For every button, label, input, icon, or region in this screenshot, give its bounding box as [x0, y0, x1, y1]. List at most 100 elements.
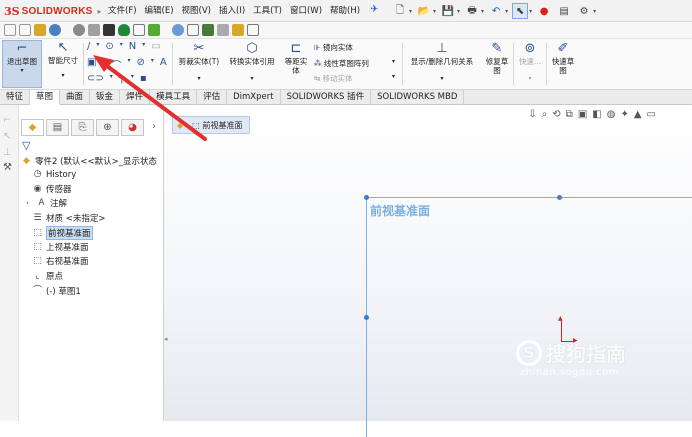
dim-strip-icon[interactable]: ↖: [3, 131, 16, 143]
offset-entities-button[interactable]: ⊏ 等距实体: [282, 41, 310, 75]
move-entities-button[interactable]: ↹ 移动实体: [314, 73, 353, 84]
convert-entities-button[interactable]: ⬡ 转换实体引用 ▾: [224, 41, 280, 83]
tree-item-history[interactable]: ◷ History: [32, 169, 77, 180]
tab-addins[interactable]: SOLIDWORKS 插件: [281, 90, 372, 105]
view-settings-icon[interactable]: ▭: [647, 109, 656, 120]
arc-icon[interactable]: ⌒: [111, 57, 121, 72]
tab-mbd[interactable]: SOLIDWORKS MBD: [371, 90, 465, 105]
table-icon[interactable]: [202, 24, 214, 36]
spline-icon[interactable]: Ν: [129, 41, 136, 52]
binoculars-icon[interactable]: [187, 24, 199, 36]
move-dropdown-icon[interactable]: ▾: [392, 73, 395, 80]
save-icon[interactable]: 💾: [440, 3, 456, 19]
zoom-to-fit-icon[interactable]: ⇩: [528, 109, 536, 120]
select-pointer-icon[interactable]: ⬉: [512, 3, 529, 19]
rectangle-icon[interactable]: ▣: [87, 57, 96, 72]
polygon-icon[interactable]: ⊘: [136, 57, 144, 72]
configuration-tab-icon[interactable]: ⎘: [71, 119, 94, 136]
chart-icon[interactable]: [34, 24, 46, 36]
colors-icon[interactable]: [148, 24, 160, 36]
display-relations-button[interactable]: ⊥ 显示/删除几何关系 ▾: [404, 41, 480, 83]
undo-icon[interactable]: ↶: [488, 3, 504, 19]
solidworks-logo[interactable]: 3S SOLIDWORKS ▸: [4, 3, 102, 19]
zoom-area-icon[interactable]: ⌕: [542, 109, 548, 120]
point-icon[interactable]: ▪: [140, 73, 147, 84]
undo-dropdown-icon[interactable]: ▾: [505, 8, 508, 15]
rectangle-dropdown-icon[interactable]: ▾: [102, 57, 105, 72]
front-plane-outline[interactable]: [366, 197, 692, 437]
menu-help[interactable]: 帮助(H): [330, 4, 360, 18]
spline-dropdown-icon[interactable]: ▾: [142, 41, 145, 52]
menu-view[interactable]: 视图(V): [182, 4, 211, 18]
view-orientation-icon[interactable]: ▣: [578, 109, 587, 120]
print-dropdown-icon[interactable]: ▾: [481, 8, 484, 15]
save-dropdown-icon[interactable]: ▾: [457, 8, 460, 15]
tree-item-front-plane[interactable]: ⬚ 前视基准面: [32, 226, 93, 240]
polygon-dropdown-icon[interactable]: ▾: [151, 57, 154, 72]
tree-item-sketch1[interactable]: ⌒ (-) 草图1: [32, 285, 81, 298]
slot-icon[interactable]: ⊂⊃: [87, 73, 104, 84]
tree-item-top-plane[interactable]: ⬚ 上视基准面: [32, 241, 88, 254]
ruler-icon[interactable]: [133, 24, 145, 36]
tree-item-sensors[interactable]: ◉ 传感器: [32, 183, 72, 196]
sketch-mode-icon[interactable]: [4, 24, 16, 36]
circle-icon[interactable]: ⊙: [105, 41, 113, 52]
tree-item-right-plane[interactable]: ⬚ 右视基准面: [32, 255, 88, 268]
line-dropdown-icon[interactable]: ▾: [96, 41, 99, 52]
tree-item-annotations[interactable]: › A 注解: [22, 197, 67, 210]
graphics-viewport[interactable]: ◆ › ⬚ 前视基准面 ⇩ ⌕ ⟲ ⧉ ▣ ◧ ◍ ✦ ▲ ▭ 前视基准面 ▲ …: [164, 105, 692, 437]
plane-tool-icon[interactable]: ▭: [151, 41, 160, 52]
text-tool-icon[interactable]: A: [160, 57, 167, 72]
trim-entities-button[interactable]: ✂ 剪裁实体(T) ▾: [174, 41, 224, 83]
pin-icon[interactable]: ✈: [370, 4, 378, 15]
breadcrumb[interactable]: ◆ › ⬚ 前视基准面: [172, 116, 250, 134]
open-dropdown-icon[interactable]: ▾: [433, 8, 436, 15]
gear-tool-icon[interactable]: [73, 24, 85, 36]
options-dropdown-icon[interactable]: ▾: [593, 8, 596, 15]
display-style-icon[interactable]: ◧: [592, 109, 601, 120]
plane-handle[interactable]: [364, 195, 369, 200]
menu-edit[interactable]: 编辑(E): [145, 4, 174, 18]
display-manager-tab-icon[interactable]: ◕: [121, 119, 144, 136]
menu-tools[interactable]: 工具(T): [253, 4, 282, 18]
linear-pattern-button[interactable]: ⁂ 线性草图阵列: [314, 58, 369, 69]
select-dropdown-icon[interactable]: ▾: [529, 8, 532, 15]
new-document-icon[interactable]: 🗋: [392, 3, 408, 19]
tab-sheet-metal[interactable]: 钣金: [90, 90, 121, 105]
plane-handle[interactable]: [364, 315, 369, 320]
panel-expand-icon[interactable]: ›: [152, 121, 156, 132]
appearance-icon[interactable]: ✦: [620, 109, 628, 120]
plane-handle[interactable]: [557, 195, 562, 200]
open-icon[interactable]: 📂: [416, 3, 432, 19]
menu-file[interactable]: 文件(F): [108, 4, 137, 18]
tab-weldments[interactable]: 焊件: [120, 90, 151, 105]
new-dropdown-icon[interactable]: ▾: [409, 8, 412, 15]
zoom-icon[interactable]: [172, 24, 184, 36]
smart-dimension-button[interactable]: ↖ 智能尺寸 ▾: [44, 40, 82, 80]
tab-evaluate[interactable]: 评估: [197, 90, 228, 105]
tree-item-origin[interactable]: ⌞ 原点: [32, 270, 63, 283]
feature-tree-tab-icon[interactable]: ◆: [21, 119, 44, 136]
mirror-entities-button[interactable]: ⊪ 镜向实体: [314, 42, 353, 53]
traffic-light-icon[interactable]: ●: [536, 3, 552, 19]
shape-icon[interactable]: [88, 24, 100, 36]
relations-strip-icon[interactable]: ⊥: [3, 147, 16, 159]
tab-features[interactable]: 特征: [0, 90, 31, 105]
filter-icon[interactable]: ▽: [22, 139, 30, 152]
print-icon[interactable]: 🖶: [464, 3, 480, 19]
fillet-dropdown-icon[interactable]: ▾: [131, 73, 134, 84]
slot-dropdown-icon[interactable]: ▾: [110, 73, 113, 84]
expand-arrow-icon[interactable]: ›: [22, 198, 33, 209]
collapse-panel-icon[interactable]: ◂: [164, 335, 168, 343]
menu-window[interactable]: 窗口(W): [290, 4, 322, 18]
chart-tool-icon[interactable]: [232, 24, 244, 36]
previous-view-icon[interactable]: ⟲: [552, 109, 560, 120]
circle-dropdown-icon[interactable]: ▾: [120, 41, 123, 52]
exit-sketch-button[interactable]: ⌐ 退出草图 ▾: [2, 40, 42, 88]
property-manager-tab-icon[interactable]: ▤: [46, 119, 69, 136]
quick-snaps-button[interactable]: ⊚ 快速... ▾: [515, 41, 545, 83]
options-gear-icon[interactable]: ⚙: [576, 3, 592, 19]
dark-shape-icon[interactable]: [103, 24, 115, 36]
tree-item-material[interactable]: ☰ 材质 <未指定>: [32, 212, 105, 225]
sphere-icon[interactable]: [49, 24, 61, 36]
